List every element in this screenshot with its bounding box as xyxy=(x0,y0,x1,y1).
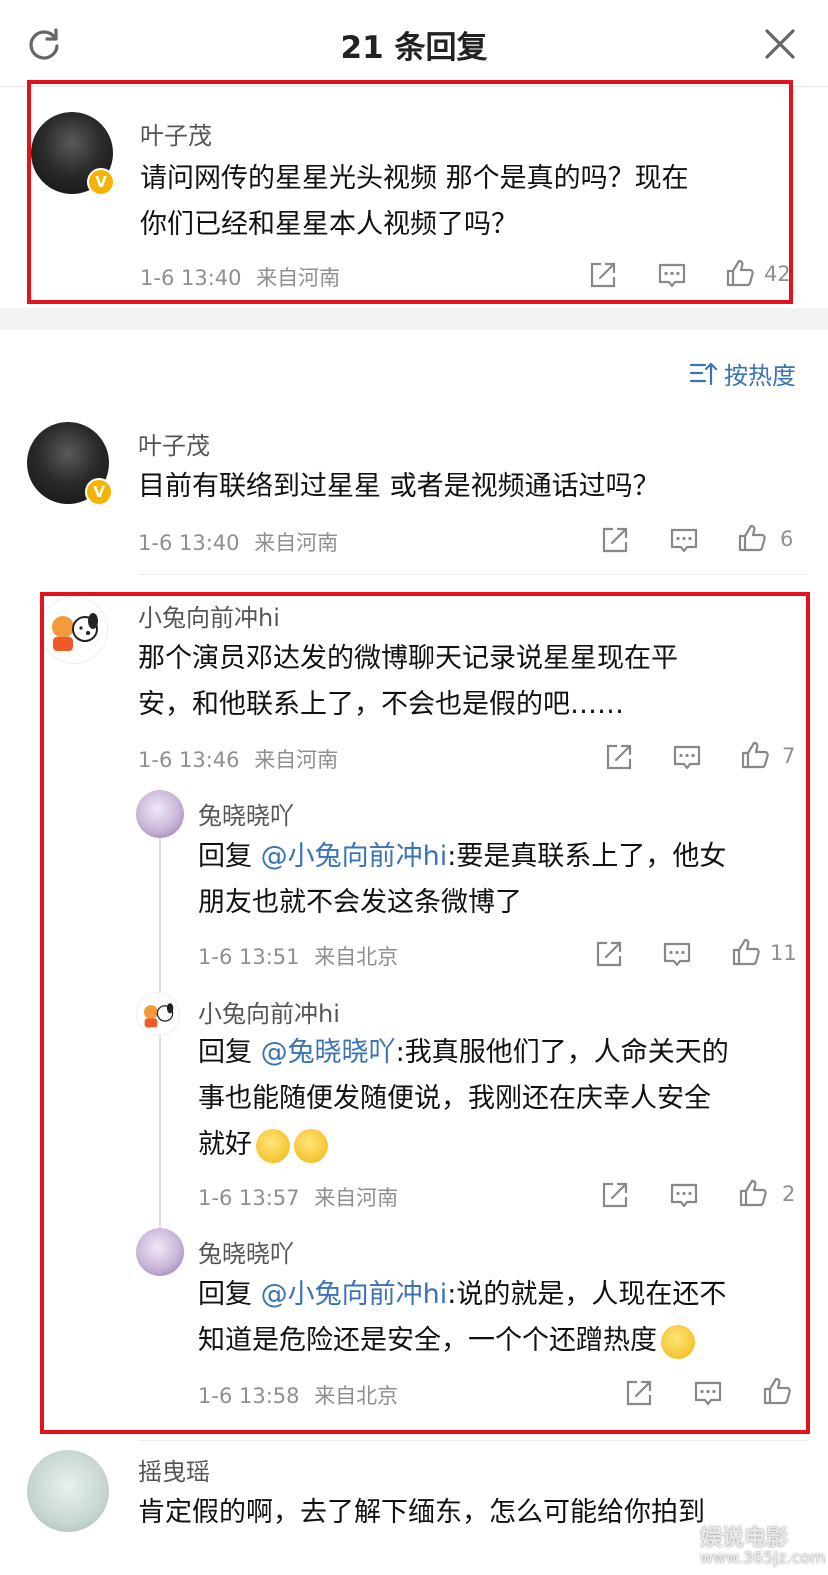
like-icon[interactable] xyxy=(737,523,767,553)
section-divider xyxy=(0,308,828,330)
share-icon[interactable] xyxy=(600,525,630,555)
watermark-url: www.365jz.com xyxy=(700,1548,826,1567)
comment-location: 来自河南 xyxy=(254,531,339,555)
comment-meta: 1-6 13:40 来自河南 xyxy=(138,527,338,557)
comment-text: 目前有联络到过星星 或者是视频通话过吗？ xyxy=(138,464,808,510)
divider xyxy=(138,574,808,575)
verified-badge-icon: V xyxy=(85,478,113,506)
sort-label: 按热度 xyxy=(724,362,796,390)
close-icon[interactable] xyxy=(762,26,798,62)
comment-username[interactable]: 摇曳瑶 xyxy=(138,1452,210,1487)
comment-username[interactable]: 叶子茂 xyxy=(138,426,210,461)
page-title: 21 条回复 xyxy=(340,30,488,66)
header-bar: 21 条回复 xyxy=(0,0,828,87)
comment-time: 1-6 13:40 xyxy=(138,531,240,555)
sort-icon xyxy=(689,362,718,386)
comment-icon[interactable] xyxy=(669,525,699,555)
highlight-box xyxy=(40,592,810,1434)
like-count: 6 xyxy=(780,527,794,551)
avatar[interactable] xyxy=(27,1450,109,1532)
divider xyxy=(138,1440,808,1441)
highlight-box xyxy=(27,80,793,304)
comment-text-line: 目前有联络到过星星 或者是视频通话过吗？ xyxy=(138,471,660,502)
